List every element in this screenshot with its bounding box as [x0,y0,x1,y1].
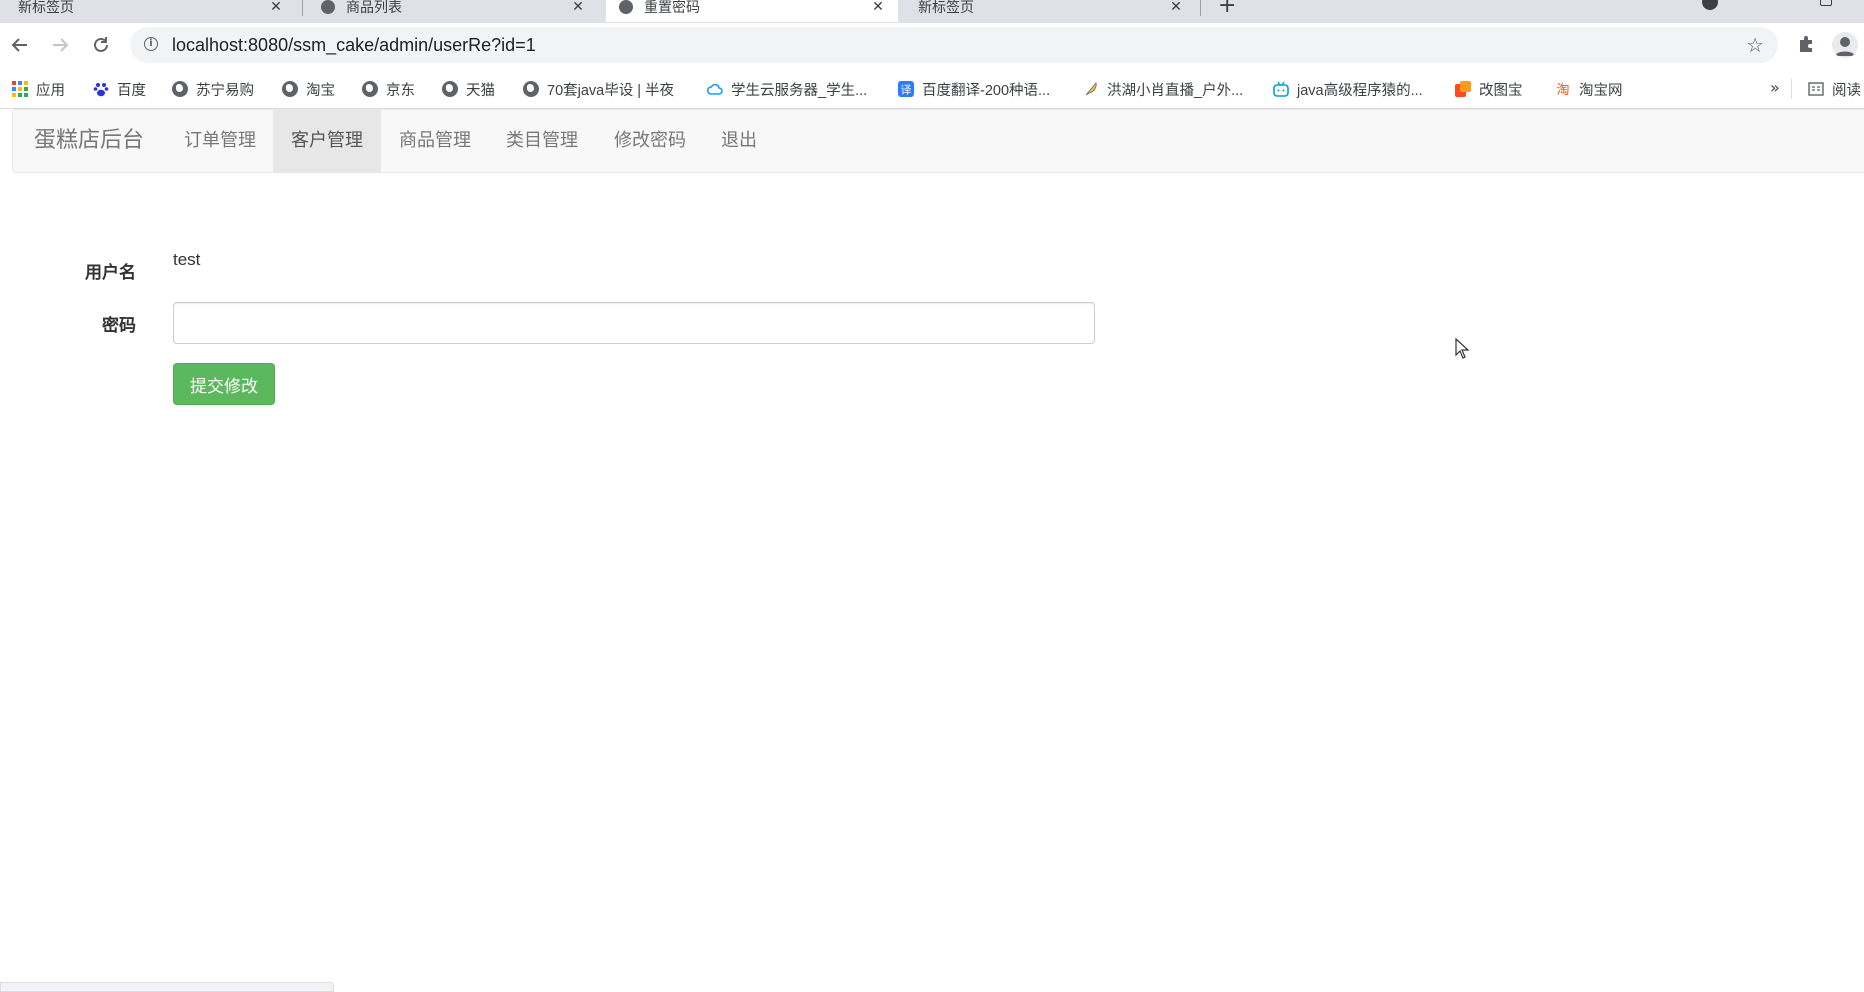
tab-title: 新标签页 [18,0,74,16]
browser-tab[interactable]: 商品列表 ✕ [308,0,598,22]
profile-avatar-icon[interactable] [1832,32,1858,58]
tab-separator [302,0,303,16]
cloud-icon [707,83,723,95]
globe-icon [523,81,539,97]
tab-close-icon[interactable]: ✕ [268,0,284,15]
window-restore-icon[interactable] [1820,0,1832,6]
browser-tab-strip: 新标签页 ✕ 商品列表 ✕ 重置密码 ✕ 新标签页 ✕ + [0,0,1864,23]
bookmark-student-cloud[interactable]: 学生云服务器_学生... [707,69,867,109]
bookmark-jd[interactable]: 京东 [362,69,415,109]
bookmark-label: 百度 [117,82,146,99]
bookmarks-divider [1791,79,1792,99]
admin-navbar: 蛋糕店后台 订单管理 客户管理 商品管理 类目管理 修改密码 退出 [12,109,1864,173]
bookmark-label: 京东 [386,82,415,99]
username-value: test [173,250,201,269]
globe-icon [321,0,335,14]
bookmark-label: 苏宁易购 [196,82,254,99]
globe-icon [442,81,458,97]
submit-button[interactable]: 提交修改 [173,363,275,405]
reload-icon [94,37,108,52]
tab-title: 新标签页 [918,0,974,16]
password-label: 密码 [102,316,136,336]
bookmark-live-stream[interactable]: 洪湖小肖直播_户外... [1083,69,1243,109]
bookmark-label: 淘宝网 [1579,82,1623,99]
bookmark-label: 改图宝 [1479,82,1523,99]
reading-list-button[interactable]: 阅读 [1808,69,1861,109]
globe-icon [362,81,378,97]
username-label: 用户名 [85,263,136,283]
reload-button[interactable] [89,33,113,57]
new-tab-plus-icon[interactable]: + [1218,0,1236,18]
nav-item-customers[interactable]: 客户管理 [273,110,381,172]
nav-item-logout[interactable]: 退出 [703,110,775,172]
globe-icon [282,81,298,97]
bookmark-label: 70套java毕设 | 半夜 [547,82,675,99]
browser-tab-active[interactable]: 重置密码 ✕ [606,0,898,22]
bookmarks-bar: 应用 百度 苏宁易购 淘宝 京东 天猫 70套java毕设 | 半夜 学生云服务… [0,69,1864,109]
bookmark-star-icon[interactable]: ☆ [1746,33,1764,57]
bookmark-apps[interactable]: 应用 [12,69,65,109]
bookmark-taobao[interactable]: 淘宝 [282,69,335,109]
taobao-icon: 淘 [1556,83,1569,97]
bilibili-icon [1273,81,1289,97]
bookmark-tmall[interactable]: 天猫 [442,69,495,109]
bookmark-label: 天猫 [466,82,495,99]
arrow-right-icon [53,38,69,52]
bookmark-label: 淘宝 [306,82,335,99]
bookmark-java-projects[interactable]: 70套java毕设 | 半夜 [523,69,674,109]
mouse-cursor-icon [1455,338,1470,359]
tab-title: 商品列表 [346,0,402,16]
bookmark-label: 百度翻译-200种语... [922,82,1051,99]
nav-item-orders[interactable]: 订单管理 [166,110,274,172]
bookmarks-overflow-chevron-icon[interactable]: » [1770,78,1780,97]
baidu-paw-icon [93,83,109,97]
globe-icon [172,81,188,97]
bookmark-label: java高级程序猿的... [1297,82,1423,99]
feather-icon [1085,82,1097,96]
password-input[interactable] [173,302,1095,344]
globe-icon [619,0,633,14]
status-bar [0,982,334,992]
bookmark-suning[interactable]: 苏宁易购 [172,69,254,109]
url-text[interactable]: localhost:8080/ssm_cake/admin/userRe?id=… [172,35,536,56]
bookmark-label: 学生云服务器_学生... [731,82,868,99]
bookmark-taobao-net[interactable]: 淘 淘宝网 [1555,69,1623,109]
back-button[interactable] [8,33,32,57]
address-bar[interactable]: i localhost:8080/ssm_cake/admin/userRe?i… [130,27,1778,63]
image-tool-icon [1455,81,1471,97]
bookmark-label: 洪湖小肖直播_户外... [1107,82,1244,99]
browser-tab[interactable]: 新标签页 ✕ [906,0,1196,22]
tab-search-icon[interactable] [1702,0,1718,10]
person-icon [1835,37,1855,56]
navbar-brand[interactable]: 蛋糕店后台 [34,110,144,172]
bookmark-bilibili[interactable]: java高级程序猿的... [1273,69,1423,109]
tab-separator [1200,0,1201,16]
tab-close-icon[interactable]: ✕ [1168,0,1184,15]
reading-list-icon [1808,82,1824,96]
bookmark-baidu-translate[interactable]: 译 百度翻译-200种语... [898,69,1050,109]
browser-toolbar: i localhost:8080/ssm_cake/admin/userRe?i… [0,23,1864,69]
nav-item-categories[interactable]: 类目管理 [488,110,596,172]
nav-item-change-password[interactable]: 修改密码 [596,110,704,172]
translate-icon: 译 [898,81,914,97]
arrow-left-icon [11,38,27,52]
extensions-puzzle-icon[interactable] [1796,33,1818,55]
apps-grid-icon [12,81,28,97]
svg-text:译: 译 [901,84,912,97]
tab-title: 重置密码 [644,0,700,16]
svg-text:淘: 淘 [1556,83,1569,97]
bookmark-gaitubao[interactable]: 改图宝 [1455,69,1523,109]
forward-button[interactable] [48,33,72,57]
tab-close-icon[interactable]: ✕ [870,0,886,15]
tab-close-icon[interactable]: ✕ [570,0,586,15]
reading-list-label: 阅读 [1832,82,1861,99]
bookmark-label: 应用 [36,82,65,99]
site-info-icon[interactable]: i [144,37,158,51]
bookmark-baidu[interactable]: 百度 [93,69,146,109]
nav-item-products[interactable]: 商品管理 [381,110,489,172]
browser-tab[interactable]: 新标签页 ✕ [6,0,296,22]
